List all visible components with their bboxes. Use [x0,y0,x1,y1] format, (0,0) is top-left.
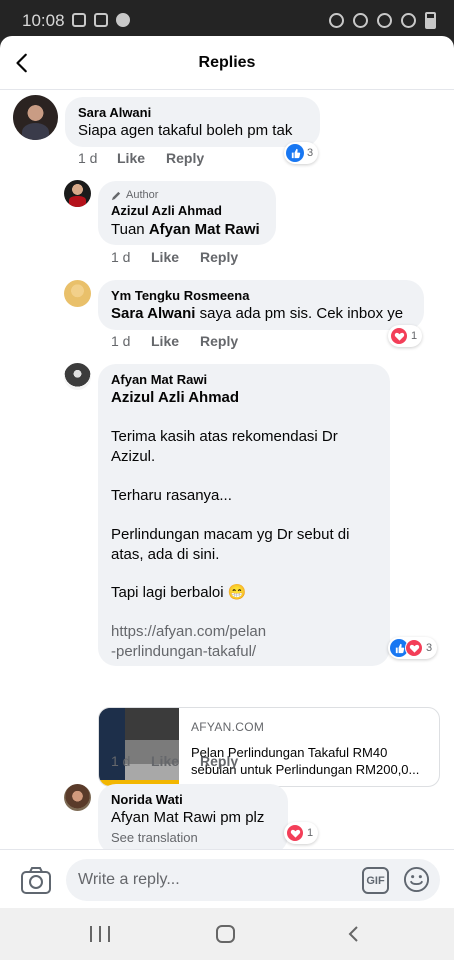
avatar-azizul-azli-ahmad[interactable] [64,180,91,207]
love-reaction-icon [390,327,408,345]
author-badge: Author [111,189,158,201]
comment-text: Tuan Afyan Mat Rawi [111,221,260,238]
comment-author[interactable]: Azizul Azli Ahmad [111,203,222,218]
like-button[interactable]: Like [151,249,179,265]
avatar-ym-tengku-rosmeena[interactable] [64,280,91,307]
status-time: 10:08 [22,11,65,30]
home-button[interactable] [216,925,235,943]
status-bar: 10:08 [0,0,454,40]
comment-author[interactable]: Sara Alwani [78,105,151,120]
wifi-icon [377,13,392,28]
comment-paragraph: Terima kasih atas rekomendasi Dr Azizul. [111,428,338,465]
messenger-icon [116,13,130,27]
reaction-count: 3 [426,642,433,654]
reaction-count: 1 [307,827,314,839]
comment-paragraph: Terharu rasanya... [111,487,232,504]
recent-apps-button[interactable] [90,926,110,942]
mention-link[interactable]: Afyan Mat Rawi [149,221,260,238]
comment-text: Siapa agen takaful boleh pm tak [78,122,293,139]
comment-text: Afyan Mat Rawi pm plz [111,809,265,826]
avatar-afyan-mat-rawi[interactable] [64,363,91,390]
alarm-icon [329,13,344,28]
reaction-summary[interactable]: 3 [284,142,319,164]
screenshot-icon [94,13,108,27]
reaction-count: 1 [411,330,418,342]
header: Replies [0,36,454,90]
reply-button[interactable]: Reply [200,333,238,349]
battery-icon [425,12,436,29]
comment-bubble[interactable]: Norida Wati Afyan Mat Rawi pm plz See tr… [98,784,288,854]
reply-button[interactable]: Reply [200,753,238,769]
mute-icon [353,13,368,28]
love-reaction-icon [405,639,423,657]
comment-bubble[interactable]: Afyan Mat Rawi Azizul Azli Ahmad Terima … [98,364,390,666]
comment-bubble[interactable]: Author Azizul Azli Ahmad Tuan Afyan Mat … [98,181,276,245]
pencil-icon [111,191,121,200]
replies-sheet: Replies Sara Alwani Siapa agen takaful b… [0,36,454,908]
page-title: Replies [198,54,256,71]
comment-bubble[interactable]: Ym Tengku Rosmeena Sara Alwani saya ada … [98,280,424,330]
love-reaction-icon [286,824,304,842]
gallery-icon [72,13,86,27]
comment-time: 1 d [111,753,131,769]
mention-link[interactable]: Azizul Azli Ahmad [111,388,239,408]
reaction-summary[interactable]: 1 [388,325,423,347]
avatar-norida-wati[interactable] [64,784,91,811]
link-preview-domain: AFYAN.COM [191,720,265,734]
system-nav-bar [0,908,454,960]
like-button[interactable]: Like [117,150,145,166]
comment-author[interactable]: Afyan Mat Rawi [111,372,207,387]
reaction-summary[interactable]: 1 [284,822,319,844]
system-back-button[interactable] [344,924,364,944]
like-button[interactable]: Like [151,753,179,769]
link-preview-thumbnail [99,708,179,786]
like-button[interactable]: Like [151,333,179,349]
reaction-summary[interactable]: 3 [388,637,438,659]
comment-text: Sara Alwani saya ada pm sis. Cek inbox y… [111,305,404,322]
comment-time: 1 d [78,150,98,166]
reply-composer: GIF [0,849,454,908]
link-preview-card[interactable]: AFYAN.COM Pelan Perlindungan Takaful RM4… [98,707,440,787]
mention-link[interactable]: Sara Alwani [111,305,195,322]
reaction-count: 3 [307,147,314,159]
see-translation-link[interactable]: See translation [111,830,198,845]
camera-icon[interactable] [20,865,52,895]
comment-bubble[interactable]: Sara Alwani Siapa agen takaful boleh pm … [65,97,320,147]
gif-button[interactable]: GIF [362,867,389,894]
like-reaction-icon [286,144,304,162]
avatar-sara-alwani[interactable] [13,95,58,140]
comment-paragraph: Perlindungan macam yg Dr sebut di atas, … [111,526,350,563]
reply-button[interactable]: Reply [166,150,204,166]
comment-link[interactable]: https://afyan.com/pelan -perlindungan-ta… [111,622,266,662]
comment-time: 1 d [111,333,131,349]
signal-icon [401,13,416,28]
comment-author[interactable]: Norida Wati [111,792,183,807]
emoji-icon[interactable] [403,866,430,893]
comment-paragraph: Tapi lagi berbaloi 😁 [111,584,247,601]
reply-button[interactable]: Reply [200,249,238,265]
comment-time: 1 d [111,249,131,265]
comment-author[interactable]: Ym Tengku Rosmeena [111,288,249,303]
